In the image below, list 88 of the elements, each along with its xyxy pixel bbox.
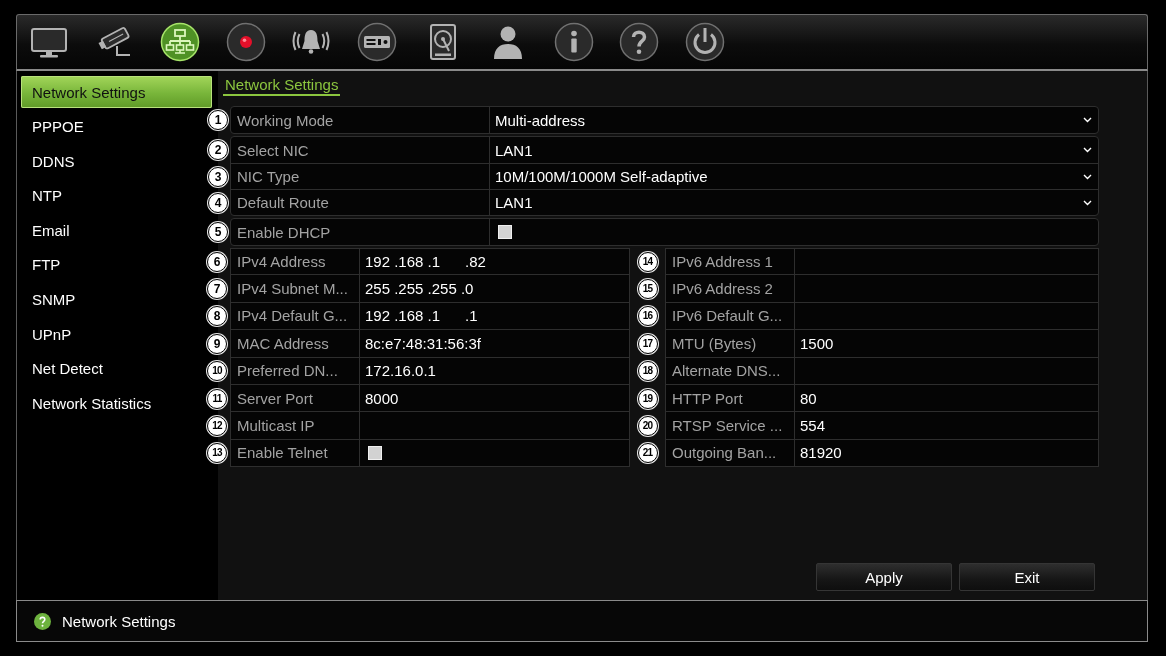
callout-number: 14 bbox=[637, 251, 658, 272]
sidebar-item[interactable]: FTP bbox=[21, 248, 67, 281]
field-label: Preferred DN... bbox=[230, 357, 360, 385]
recorder-icon[interactable] bbox=[356, 22, 397, 62]
callout-number: 17 bbox=[637, 333, 658, 354]
input-field[interactable] bbox=[795, 302, 1099, 331]
field-label: IPv4 Subnet M... bbox=[230, 275, 360, 303]
chevron-down-icon bbox=[1083, 147, 1092, 153]
power-icon[interactable] bbox=[684, 22, 725, 62]
field-label: Alternate DNS... bbox=[665, 357, 795, 385]
checkbox[interactable] bbox=[498, 225, 512, 239]
field-label: Select NIC bbox=[231, 137, 490, 163]
callout-number: 11 bbox=[207, 388, 227, 409]
help-icon bbox=[34, 612, 51, 630]
callout-number: 4 bbox=[208, 192, 228, 213]
field-label: Outgoing Ban... bbox=[665, 439, 795, 468]
status-text: Network Settings bbox=[62, 612, 176, 630]
exit-button[interactable]: Exit bbox=[959, 563, 1095, 591]
sidebar-item[interactable]: Email bbox=[21, 214, 76, 247]
input-field[interactable]: 80 bbox=[795, 384, 1099, 413]
field-label: Working Mode bbox=[231, 107, 490, 133]
field-label: NIC Type bbox=[231, 164, 490, 189]
callout-number: 21 bbox=[637, 443, 658, 464]
info-icon[interactable] bbox=[553, 22, 594, 62]
dropdown[interactable]: LAN1 bbox=[490, 137, 1098, 163]
callout-number: 1 bbox=[208, 110, 228, 130]
field-label: Enable DHCP bbox=[231, 219, 490, 245]
callout-number: 19 bbox=[637, 388, 658, 409]
callout-number: 6 bbox=[207, 251, 227, 272]
callout-number: 2 bbox=[208, 140, 228, 160]
field-label: HTTP Port bbox=[665, 384, 795, 413]
callout-number: 9 bbox=[207, 333, 227, 354]
input-field[interactable] bbox=[795, 248, 1099, 276]
apply-button[interactable]: Apply bbox=[816, 563, 952, 591]
field-label: IPv4 Address bbox=[230, 248, 360, 276]
input-field[interactable]: 192 .168 .1 .82 bbox=[360, 248, 630, 276]
callout-number: 5 bbox=[208, 222, 228, 242]
callout-number: 18 bbox=[637, 361, 658, 382]
field-label: Default Route bbox=[231, 190, 490, 215]
field-label: MTU (Bytes) bbox=[665, 330, 795, 358]
field-label: RTSP Service ... bbox=[665, 412, 795, 440]
dropdown[interactable]: LAN1 bbox=[490, 190, 1098, 215]
field-label: Server Port bbox=[230, 384, 360, 413]
input-field[interactable] bbox=[795, 275, 1099, 303]
input-field[interactable]: 172.16.0.1 bbox=[360, 357, 630, 385]
callout-number: 10 bbox=[207, 361, 227, 382]
input-field[interactable]: 8000 bbox=[360, 384, 630, 413]
sidebar-item[interactable]: Network Settings bbox=[21, 76, 212, 108]
input-field[interactable] bbox=[795, 357, 1099, 385]
callout-number: 15 bbox=[637, 279, 658, 300]
sidebar-item[interactable]: Net Detect bbox=[21, 352, 109, 385]
field-label: IPv6 Address 2 bbox=[665, 275, 795, 303]
chevron-down-icon bbox=[1083, 173, 1092, 180]
input-field[interactable]: 81920 bbox=[795, 439, 1099, 468]
field-label: Multicast IP bbox=[230, 412, 360, 440]
chevron-down-icon bbox=[1083, 117, 1092, 123]
field-label: IPv6 Address 1 bbox=[665, 248, 795, 276]
callout-number: 16 bbox=[637, 306, 658, 327]
sidebar-item[interactable]: NTP bbox=[21, 179, 68, 212]
help-icon[interactable] bbox=[619, 22, 660, 62]
sidebar-item[interactable]: SNMP bbox=[21, 283, 82, 316]
network-icon[interactable] bbox=[160, 22, 201, 62]
sidebar-item[interactable]: Network Statistics bbox=[21, 387, 158, 420]
tab[interactable]: Network Settings bbox=[223, 76, 341, 96]
input-field[interactable]: 8c:e7:48:31:56:3f bbox=[360, 330, 630, 358]
sidebar-item[interactable]: UPnP bbox=[21, 318, 78, 351]
input-field[interactable] bbox=[360, 412, 630, 440]
callout-number: 3 bbox=[208, 166, 228, 187]
field-label: IPv6 Default G... bbox=[665, 302, 795, 331]
record-icon[interactable] bbox=[225, 22, 266, 62]
dropdown[interactable]: Multi-address bbox=[490, 107, 1098, 133]
callout-number: 12 bbox=[207, 416, 227, 437]
input-field[interactable]: 255 .255 .255 .0 bbox=[360, 275, 630, 303]
callout-number: 7 bbox=[207, 279, 227, 300]
field-label: MAC Address bbox=[230, 330, 360, 358]
input-field[interactable]: 1500 bbox=[795, 330, 1099, 358]
callout-number: 13 bbox=[207, 443, 227, 464]
sidebar-item[interactable]: DDNS bbox=[21, 145, 81, 178]
sidebar-item[interactable]: PPPOE bbox=[21, 110, 90, 143]
input-field[interactable]: 554 bbox=[795, 412, 1099, 440]
field-label: IPv4 Default G... bbox=[230, 302, 360, 331]
callout-number: 20 bbox=[637, 416, 658, 437]
dropdown[interactable]: 10M/100M/1000M Self-adaptive bbox=[490, 164, 1098, 189]
input-field[interactable]: 192 .168 .1 .1 bbox=[360, 302, 630, 331]
checkbox[interactable] bbox=[368, 445, 382, 460]
chevron-down-icon bbox=[1083, 199, 1092, 206]
field-label: Enable Telnet bbox=[230, 439, 360, 468]
callout-number: 8 bbox=[207, 306, 227, 327]
